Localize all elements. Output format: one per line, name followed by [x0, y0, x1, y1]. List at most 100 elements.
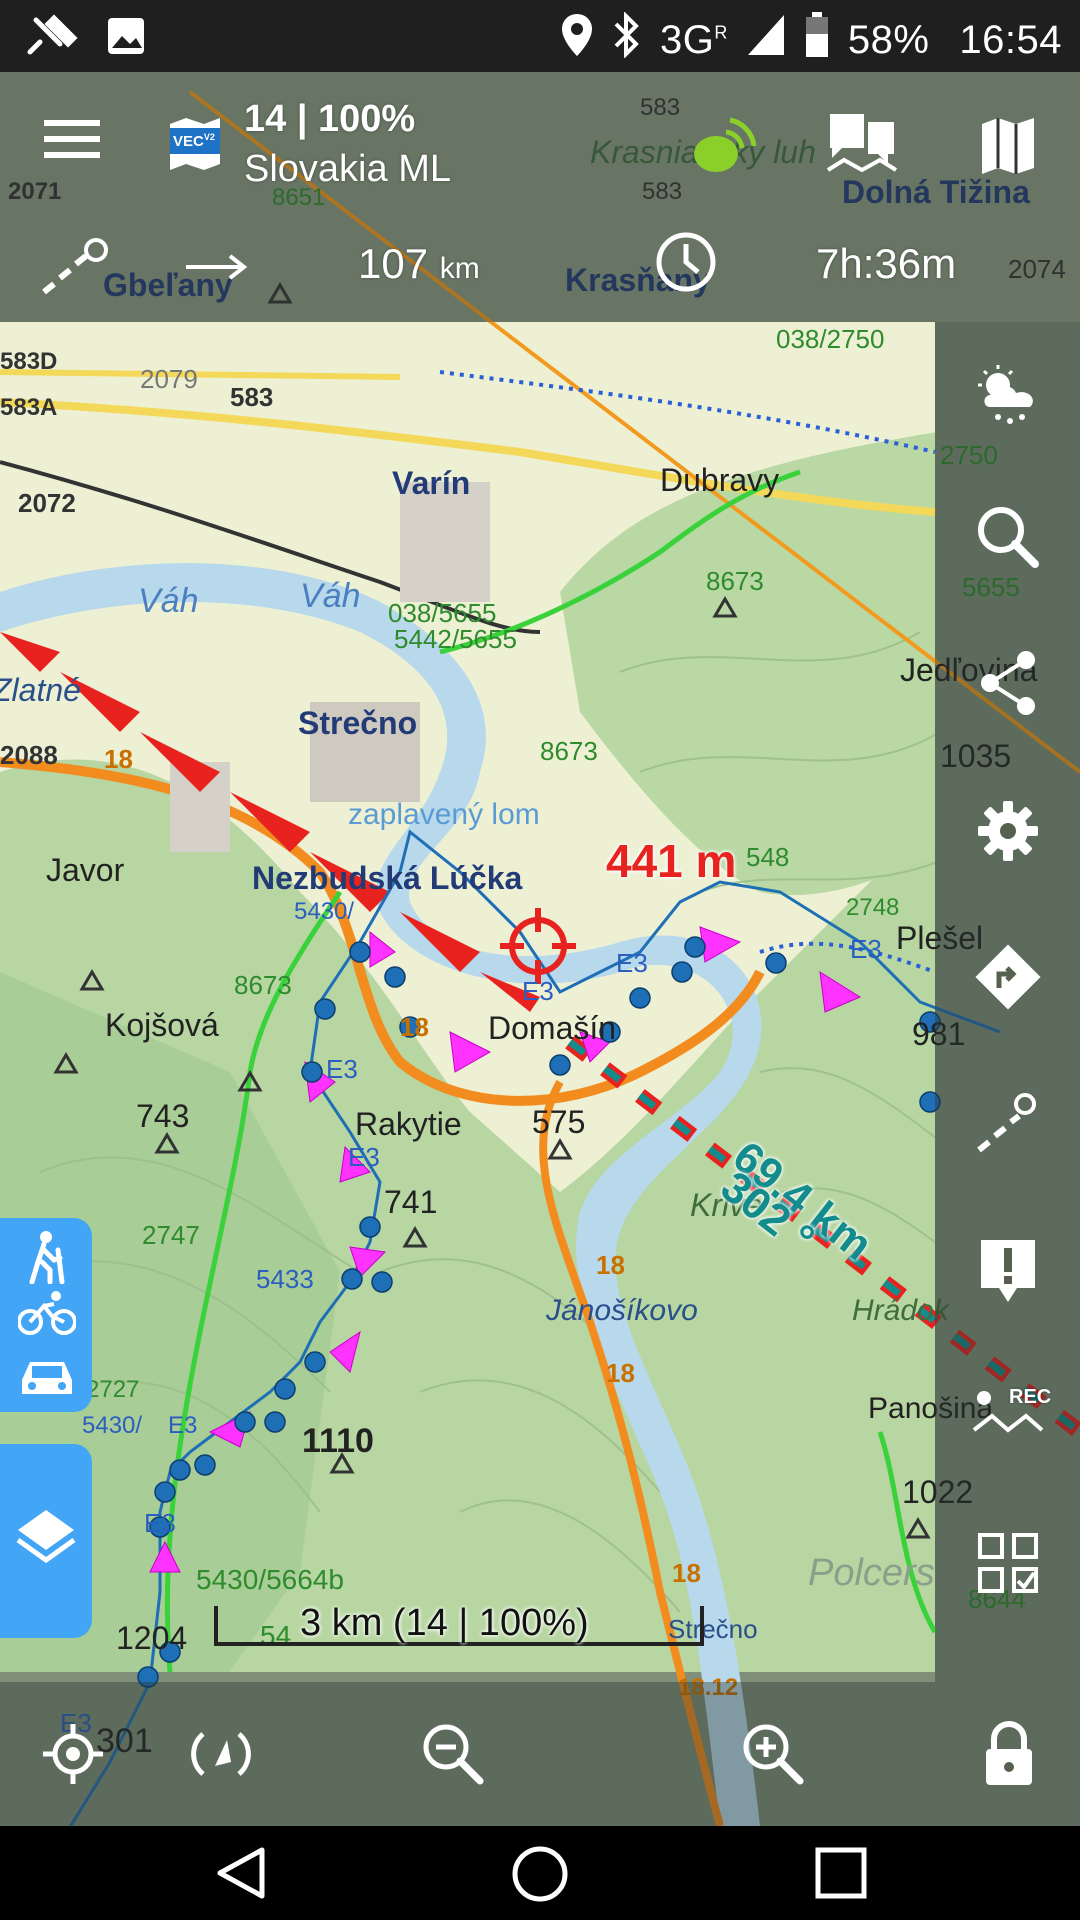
- road-2079: 2079: [140, 364, 198, 394]
- battery-percent: 58%: [847, 17, 930, 62]
- battery-icon: [804, 12, 830, 68]
- qr-checklist-button[interactable]: [935, 1508, 1080, 1618]
- time-remaining: 7h:36m: [816, 240, 957, 287]
- hiking-icon[interactable]: [26, 1230, 66, 1289]
- elev-575: 575: [532, 1104, 586, 1140]
- qr-checklist-icon: [977, 1533, 1038, 1593]
- lake-zaplaveny-lom: zaplavený lom: [348, 798, 540, 831]
- place-javor: Javor: [46, 852, 125, 888]
- home-circle-icon: [512, 1846, 568, 1902]
- gps-status-button[interactable]: [680, 110, 760, 182]
- share-button[interactable]: [935, 628, 1080, 738]
- settings-button[interactable]: [935, 776, 1080, 886]
- road-18-a: 18: [104, 744, 133, 774]
- bicycle-icon[interactable]: [17, 1290, 77, 1341]
- trail-5430-a: 5430/: [294, 898, 355, 925]
- gps-satellite-icon: [694, 117, 757, 172]
- trail-5433: 5433: [256, 1264, 314, 1294]
- track-recording-button[interactable]: REC: [935, 1362, 1080, 1472]
- route-planner-small-button[interactable]: [40, 232, 114, 302]
- my-location-icon: [43, 1724, 103, 1784]
- river-vah-1: Váh: [138, 582, 199, 620]
- trail-e3-b: E3: [616, 948, 648, 978]
- route-planner-icon: [42, 238, 108, 295]
- car-icon[interactable]: [18, 1354, 76, 1405]
- zoom-in-icon: [743, 1724, 804, 1785]
- place-varin: Varín: [392, 465, 471, 501]
- map-name[interactable]: Slovakia ML: [244, 148, 451, 191]
- road-583d: 583D: [0, 348, 58, 375]
- rec-label: REC: [1009, 1386, 1052, 1408]
- search-button[interactable]: [935, 482, 1080, 592]
- road-583-b: 583: [230, 382, 274, 412]
- route-planner-icon: [976, 1093, 1036, 1153]
- weather-icon: [977, 365, 1033, 424]
- weather-button[interactable]: [935, 340, 1080, 450]
- place-nezbudska: Nezbudská Lúčka: [252, 860, 523, 896]
- image-icon: [104, 14, 148, 68]
- status-bar: 3GR 58% 16:54: [0, 0, 1080, 72]
- navigation-icon: [974, 944, 1041, 1010]
- map-manager-button[interactable]: [980, 116, 1036, 176]
- trail-548: 548: [746, 842, 790, 872]
- trail-2747: 2747: [142, 1220, 200, 1250]
- trail-8673-a: 8673: [706, 566, 764, 596]
- map-badge-label: VECV2: [173, 132, 215, 150]
- back-button[interactable]: [212, 1844, 270, 1907]
- bottom-toolbar: [0, 1682, 1080, 1826]
- location-icon: [560, 12, 594, 68]
- routing-profile-tab[interactable]: [0, 1218, 92, 1412]
- place-zlatne: Zlatné: [0, 672, 81, 708]
- road-18-c: 18: [596, 1250, 625, 1280]
- lock-button[interactable]: [944, 1682, 1074, 1826]
- top-panel: VECV2 14 | 100% Slovakia ML 107 km 7h:36…: [0, 72, 1080, 322]
- elev-741: 741: [384, 1184, 438, 1220]
- elev-1204: 1204: [116, 1620, 188, 1656]
- distance-remaining: 107 km: [358, 240, 480, 287]
- trail-e3-d: E3: [326, 1054, 358, 1084]
- map-level[interactable]: 14 | 100%: [244, 98, 415, 141]
- alert-button[interactable]: [935, 1216, 1080, 1326]
- trail-8673-c: 8673: [234, 970, 292, 1000]
- trail-8673-b: 8673: [540, 736, 598, 766]
- clock-icon: [654, 230, 718, 294]
- trail-5442-5655: 5442/5655: [394, 624, 517, 654]
- map-icon: [982, 118, 1034, 174]
- place-strecno: Strečno: [298, 705, 418, 741]
- place-polcers: Polcers: [808, 1552, 935, 1594]
- road-18-e: 18: [672, 1558, 701, 1588]
- road-583a: 583A: [0, 394, 58, 421]
- trail-038-2750: 038/2750: [776, 324, 885, 354]
- my-location-button[interactable]: [8, 1682, 138, 1826]
- signal-icon: [746, 13, 786, 67]
- rotate-map-icon: [191, 1732, 251, 1776]
- back-triangle-icon: [217, 1847, 265, 1899]
- live-tracking-button[interactable]: [824, 108, 900, 178]
- scale-label: 3 km (14 | 100%): [300, 1602, 589, 1644]
- trail-e3-f: E3: [168, 1412, 198, 1439]
- map-badge-icon[interactable]: VECV2: [166, 116, 224, 172]
- zoom-in-button[interactable]: [708, 1682, 838, 1826]
- road-2088: 2088: [0, 740, 58, 770]
- system-nav-bar: [0, 1826, 1080, 1920]
- trail-5430-b: 5430/: [82, 1412, 143, 1439]
- gear-icon: [977, 801, 1038, 861]
- cursor-distance: 441 m: [606, 835, 737, 887]
- layers-tab[interactable]: [0, 1444, 92, 1638]
- navigation-button[interactable]: [935, 922, 1080, 1032]
- menu-button[interactable]: [44, 116, 100, 162]
- arrow-right-icon: [182, 250, 250, 284]
- map-view[interactable]: Varín Strečno Dubravy Jedľovina Javor Ne…: [0, 72, 1080, 1826]
- recents-button[interactable]: [814, 1846, 868, 1905]
- place-kojsova: Kojšová: [105, 1007, 219, 1043]
- trail-2727: 2727: [86, 1376, 140, 1403]
- road-18-d: 18: [606, 1358, 635, 1388]
- zoom-out-button[interactable]: [388, 1682, 518, 1826]
- rotate-map-button[interactable]: [156, 1682, 286, 1826]
- place-dubravy: Dubravy: [660, 462, 780, 498]
- route-icon: [24, 12, 80, 70]
- home-button[interactable]: [510, 1844, 570, 1909]
- route-planner-button[interactable]: [935, 1068, 1080, 1178]
- lock-icon: [986, 1721, 1032, 1785]
- recents-square-icon: [815, 1847, 867, 1899]
